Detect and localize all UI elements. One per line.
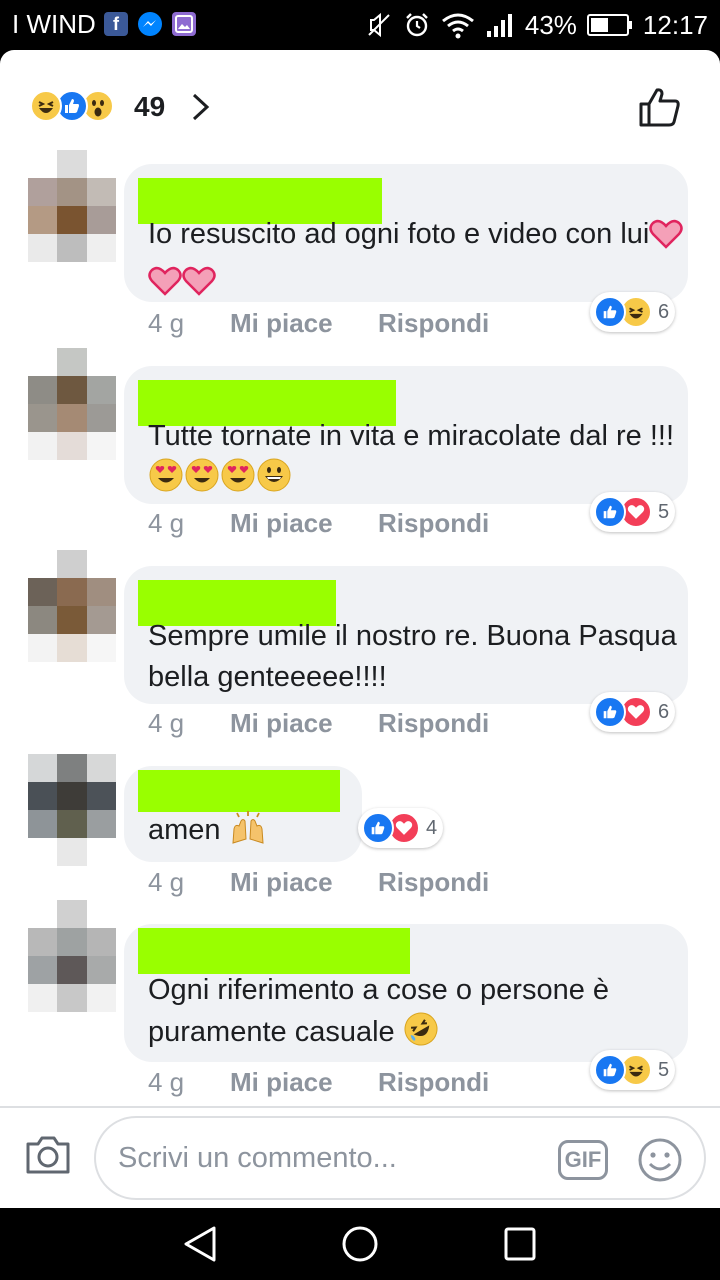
messenger-icon xyxy=(138,12,162,36)
avatar[interactable] xyxy=(28,150,116,262)
rofl-emoji-icon xyxy=(403,1011,439,1059)
like-comment-button[interactable]: Mi piace xyxy=(230,1065,333,1099)
back-icon[interactable] xyxy=(182,1224,220,1264)
wifi-icon xyxy=(441,13,474,39)
comment-reactions[interactable]: 4 xyxy=(358,808,444,848)
comment-bubble[interactable]: Tutte tornate in vita e miracolate dal r… xyxy=(124,366,688,504)
reply-button[interactable]: Rispondi xyxy=(378,865,489,899)
heart-emoji-icon xyxy=(148,266,182,308)
heart-eyes-emoji-icon xyxy=(220,457,256,505)
heart-emoji-icon xyxy=(182,266,216,308)
heart-eyes-emoji-icon xyxy=(184,457,220,505)
reaction-count: 4 xyxy=(426,816,438,839)
camera-icon[interactable] xyxy=(24,1134,72,1176)
comment-time: 4 g xyxy=(148,308,185,338)
author-name-redacted[interactable] xyxy=(138,770,340,812)
comment-time: 4 g xyxy=(148,1067,185,1097)
reactions-header[interactable]: 49 xyxy=(0,50,720,150)
comment-reactions[interactable]: 5 xyxy=(590,492,676,532)
battery-icon xyxy=(586,14,632,36)
like-comment-button[interactable]: Mi piace xyxy=(230,306,333,340)
reaction-count: 6 xyxy=(658,700,670,723)
facebook-icon: f xyxy=(104,12,128,36)
comment-text: Ogni riferimento a cose o persone è pura… xyxy=(148,970,688,1059)
like-comment-button[interactable]: Mi piace xyxy=(230,706,333,740)
alarm-icon xyxy=(406,13,428,37)
heart-emoji-icon xyxy=(649,219,684,261)
avatar[interactable] xyxy=(28,754,116,866)
comment-text: Sempre umile il nostro re. Buona Pasqua … xyxy=(148,620,677,693)
emoji-picker-icon[interactable] xyxy=(636,1136,684,1184)
heart-eyes-emoji-icon xyxy=(148,457,184,505)
raised-hands-emoji-icon xyxy=(229,811,267,857)
like-reaction-icon xyxy=(362,812,394,844)
reaction-count: 5 xyxy=(658,500,670,523)
comment-time: 4 g xyxy=(148,867,185,897)
like-reaction-icon xyxy=(594,696,626,728)
carrier-label: I WIND xyxy=(12,9,96,39)
signal-icon xyxy=(486,14,512,37)
comment-bubble[interactable]: Io resuscito ad ogni foto e video con lu… xyxy=(124,164,688,302)
author-name-redacted[interactable] xyxy=(138,928,410,974)
comment-time: 4 g xyxy=(148,508,185,538)
gif-button[interactable]: GIF xyxy=(558,1140,608,1180)
comment-bubble[interactable]: Sempre umile il nostro re. Buona Pasqua … xyxy=(124,566,688,704)
mute-icon xyxy=(368,12,390,38)
comment-text: amen xyxy=(148,810,358,857)
comment-reactions[interactable]: 6 xyxy=(590,692,676,732)
home-icon[interactable] xyxy=(340,1224,380,1264)
reply-button[interactable]: Rispondi xyxy=(378,506,489,540)
comment-bubble[interactable]: amen xyxy=(124,766,362,862)
reaction-count: 6 xyxy=(658,300,670,323)
avatar[interactable] xyxy=(28,550,116,662)
status-bar: I WIND f 43% 12:17 xyxy=(0,0,720,50)
avatar[interactable] xyxy=(28,348,116,460)
like-reaction-icon xyxy=(594,1054,626,1086)
battery-percent: 43% xyxy=(524,9,577,40)
comment-placeholder: Scrivi un commento... xyxy=(118,1142,397,1174)
like-comment-button[interactable]: Mi piace xyxy=(230,865,333,899)
reply-button[interactable]: Rispondi xyxy=(378,306,489,340)
like-outline-icon[interactable] xyxy=(638,86,682,128)
system-nav-bar xyxy=(0,1208,720,1280)
avatar[interactable] xyxy=(28,900,116,1012)
comment-reactions[interactable]: 6 xyxy=(590,292,676,332)
grin-emoji-icon xyxy=(256,457,292,505)
like-reaction-icon xyxy=(594,296,626,328)
chevron-right-icon[interactable] xyxy=(190,92,212,122)
gallery-icon xyxy=(172,12,196,36)
clock: 12:17 xyxy=(642,9,708,40)
recents-icon[interactable] xyxy=(502,1224,538,1264)
comment-composer: Scrivi un commento... GIF xyxy=(0,1106,720,1208)
comment-time: 4 g xyxy=(148,708,185,738)
reaction-count: 5 xyxy=(658,1058,670,1081)
haha-reaction-icon xyxy=(30,90,62,122)
comments-sheet: 49 Io resuscito ad ogni foto e video con… xyxy=(0,50,720,1208)
comment-reactions[interactable]: 5 xyxy=(590,1050,676,1090)
header-reaction-icons xyxy=(30,90,114,122)
like-comment-button[interactable]: Mi piace xyxy=(230,506,333,540)
reply-button[interactable]: Rispondi xyxy=(378,706,489,740)
like-reaction-icon xyxy=(594,496,626,528)
reply-button[interactable]: Rispondi xyxy=(378,1065,489,1099)
reaction-count: 49 xyxy=(134,91,166,122)
comment-input[interactable]: Scrivi un commento... GIF xyxy=(94,1116,706,1200)
comment-bubble[interactable]: Ogni riferimento a cose o persone è pura… xyxy=(124,924,688,1062)
